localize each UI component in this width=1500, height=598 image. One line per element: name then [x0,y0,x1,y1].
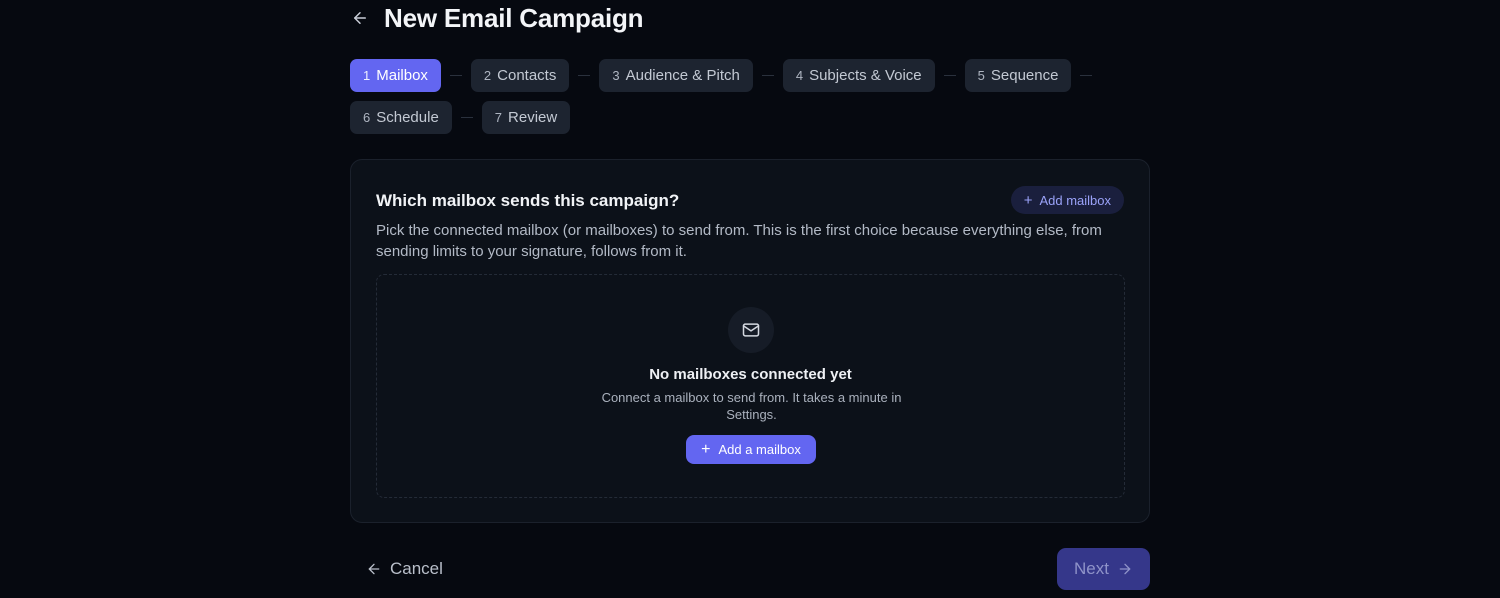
step-review[interactable]: 7 Review [481,101,571,134]
next-button[interactable]: Next [1057,548,1150,590]
cancel-button[interactable]: Cancel [366,556,443,582]
step-mailbox[interactable]: 1 Mailbox [350,59,441,92]
step-connector [449,75,462,76]
step-connector [761,75,774,76]
arrow-right-icon [1119,563,1131,575]
step-connector [460,117,473,118]
arrow-left-icon [354,12,366,24]
step-label: Mailbox [376,67,428,84]
step-number: 1 [363,68,371,83]
empty-state: No mailboxes connected yet Connect a mai… [376,274,1125,498]
mail-icon-badge [728,307,774,353]
step-label: Review [508,109,558,126]
add-a-mailbox-label: Add a mailbox [718,442,801,457]
step-audience-pitch[interactable]: 3 Audience & Pitch [599,59,753,92]
step-number: 4 [795,68,804,83]
add-mailbox-button[interactable]: + Add mailbox [1010,186,1124,214]
arrow-left-icon [368,563,380,575]
step-subjects-voice[interactable]: 4 Subjects & Voice [782,59,935,92]
step-label: Contacts [497,67,557,84]
step-label: Schedule [376,109,439,126]
step-sequence[interactable]: 5 Sequence [964,59,1072,92]
step-number: 6 [363,110,371,125]
add-mailbox-label: Add mailbox [1039,192,1111,208]
mailbox-card: Which mailbox sends this campaign? + Add… [350,159,1150,523]
step-label: Audience & Pitch [625,67,740,84]
page-title: New Email Campaign [384,2,644,33]
step-connector [943,75,956,76]
empty-state-subtitle: Connect a mailbox to send from. It takes… [601,390,902,422]
step-connector [578,75,591,76]
step-contacts[interactable]: 2 Contacts [470,59,570,92]
step-number: 7 [494,110,503,125]
step-label: Subjects & Voice [809,67,922,84]
step-label: Sequence [990,67,1059,84]
cancel-label: Cancel [390,559,443,578]
campaign-stepper: 1 Mailbox 2 Contacts 3 Audience & Pitch … [350,59,1110,134]
step-number: 2 [483,68,492,83]
card-description: Pick the connected mailbox (or mailboxes… [376,222,1102,260]
back-button[interactable] [350,8,370,28]
card-title: Which mailbox sends this campaign? [376,191,680,210]
plus-icon: + [701,440,711,458]
plus-icon: + [1023,191,1033,209]
page: New Email Campaign 1 Mailbox 2 Contacts … [0,0,1500,598]
add-a-mailbox-button[interactable]: + Add a mailbox [686,435,816,464]
step-connector [1080,75,1093,76]
step-number: 3 [612,68,620,83]
empty-state-title: No mailboxes connected yet [649,366,852,383]
page-header: New Email Campaign [350,0,644,36]
next-label: Next [1074,559,1109,578]
mail-icon [742,323,760,337]
step-number: 5 [977,68,985,83]
step-schedule[interactable]: 6 Schedule [350,101,452,134]
